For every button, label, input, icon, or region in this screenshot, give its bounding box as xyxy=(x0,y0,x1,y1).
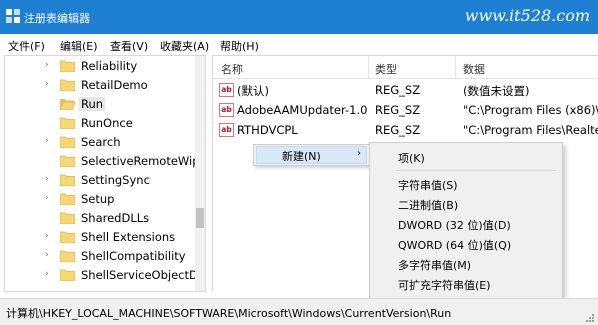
tree-item-run[interactable]: Run xyxy=(5,95,195,114)
submenu-item-key[interactable]: 项(K) xyxy=(398,150,425,166)
menu-help[interactable]: 帮助(H) xyxy=(220,38,259,54)
tree-item-label: Search xyxy=(81,135,121,149)
value-type: REG_SZ xyxy=(375,123,421,137)
string-value-icon: ab xyxy=(219,83,234,97)
registry-path: 计算机\HKEY_LOCAL_MACHINE\SOFTWARE\Microsof… xyxy=(6,307,452,320)
column-divider[interactable] xyxy=(455,56,456,78)
tree-item-shellserviceobjectde[interactable]: › ShellServiceObjectDe xyxy=(5,266,205,285)
tree-item-label: Reliability xyxy=(81,59,138,73)
tree-item-retaildemo[interactable]: › RetailDemo xyxy=(5,76,195,95)
menu-view[interactable]: 查看(V) xyxy=(110,38,148,54)
folder-icon xyxy=(60,117,75,129)
tree-item-settingsync[interactable]: › SettingSync xyxy=(5,171,195,190)
tree-item-label: ShellServiceObjectDe xyxy=(81,268,205,282)
value-row[interactable]: ab (默认) REG_SZ (数值未设置) xyxy=(213,80,598,100)
string-value-icon: ab xyxy=(219,103,234,117)
regedit-app-icon xyxy=(6,9,20,23)
column-header-name[interactable]: 名称 xyxy=(221,61,243,77)
tree-item-label: RetailDemo xyxy=(81,78,148,92)
tree-item-selectiveremotewipe[interactable]: SelectiveRemoteWipe xyxy=(5,152,205,171)
folder-icon xyxy=(60,174,75,186)
submenu-item-binary-value[interactable]: 二进制值(B) xyxy=(398,197,458,213)
tree-item-shell-extensions[interactable]: › Shell Extensions xyxy=(5,228,195,247)
expand-arrow-icon[interactable]: › xyxy=(45,269,49,279)
folder-icon xyxy=(60,212,75,224)
folder-icon xyxy=(60,250,75,262)
watermark-text: www.it528.com xyxy=(464,6,590,25)
title-bar: 注册表编辑器 www.it528.com xyxy=(0,0,598,34)
tree-scrollbar-thumb[interactable] xyxy=(196,208,204,228)
submenu-item-dword-value[interactable]: DWORD (32 位)值(D) xyxy=(398,217,511,233)
expand-arrow-icon[interactable]: › xyxy=(45,60,49,70)
value-type: REG_SZ xyxy=(375,103,421,117)
folder-icon xyxy=(60,155,75,167)
tree-item-label: SharedDLLs xyxy=(81,211,150,225)
value-name: RTHDVCPL xyxy=(237,123,298,137)
tree-item-runonce[interactable]: RunOnce xyxy=(5,114,195,133)
tree-item-label: Run xyxy=(79,97,106,111)
folder-icon xyxy=(60,193,75,205)
value-name: (默认) xyxy=(237,84,269,98)
submenu-item-multi-string-value[interactable]: 多字符串值(M) xyxy=(398,257,471,273)
value-row[interactable]: ab AdobeAAMUpdater-1.0 REG_SZ "C:\Progra… xyxy=(213,100,598,120)
list-header: 名称 类型 数据 xyxy=(213,56,598,79)
value-type: REG_SZ xyxy=(375,83,421,97)
tree-scrollbar[interactable] xyxy=(195,56,205,291)
expand-arrow-icon[interactable]: › xyxy=(45,231,49,241)
window-title: 注册表编辑器 xyxy=(24,12,90,25)
folder-icon xyxy=(60,231,75,243)
submenu-arrow-icon: › xyxy=(357,148,361,159)
expand-arrow-icon[interactable]: › xyxy=(45,193,49,203)
submenu-item-qword-value[interactable]: QWORD (64 位)值(Q) xyxy=(398,237,511,253)
context-menu-new-label[interactable]: 新建(N) xyxy=(282,148,321,164)
column-divider[interactable] xyxy=(368,56,369,78)
folder-open-icon xyxy=(60,99,75,110)
value-name: AdobeAAMUpdater-1.0 xyxy=(237,103,368,117)
tree-item-search[interactable]: › Search xyxy=(5,133,195,152)
value-data: "C:\Program Files (x86)\C xyxy=(463,103,598,117)
column-header-type[interactable]: 类型 xyxy=(375,61,397,77)
menu-file[interactable]: 文件(F) xyxy=(8,38,45,54)
tree-item-setup[interactable]: › Setup xyxy=(5,190,195,209)
menu-edit[interactable]: 编辑(E) xyxy=(60,38,98,54)
expand-arrow-icon[interactable]: › xyxy=(45,250,49,260)
expand-arrow-icon[interactable]: › xyxy=(45,174,49,184)
tree-item-label: RunOnce xyxy=(81,116,133,130)
column-header-data[interactable]: 数据 xyxy=(463,61,485,77)
tree-item-shareddlls[interactable]: SharedDLLs xyxy=(5,209,195,228)
folder-icon xyxy=(60,79,75,91)
context-menu: 新建(N) › xyxy=(253,144,370,166)
new-submenu: 项(K) 字符串值(S) 二进制值(B) DWORD (32 位)值(D) QW… xyxy=(369,142,563,299)
regedit-window: 注册表编辑器 www.it528.com 文件(F) 编辑(E) 查看(V) 收… xyxy=(0,0,598,325)
value-row[interactable]: ab RTHDVCPL REG_SZ "C:\Program Files\Rea… xyxy=(213,120,598,140)
folder-icon xyxy=(60,269,75,281)
tree-item-label: SelectiveRemoteWipe xyxy=(81,154,206,168)
tree-item-label: Setup xyxy=(81,192,115,206)
tree-item-label: ShellCompatibility xyxy=(81,249,186,263)
menu-favorites[interactable]: 收藏夹(A) xyxy=(160,38,209,54)
expand-arrow-icon[interactable]: › xyxy=(45,136,49,146)
submenu-separator xyxy=(396,170,556,171)
tree-item-label: Shell Extensions xyxy=(81,230,176,244)
value-data: (数值未设置) xyxy=(463,84,530,98)
value-data: "C:\Program Files\Realte xyxy=(463,123,598,137)
submenu-item-expandable-string-value[interactable]: 可扩充字符串值(E) xyxy=(398,277,491,293)
string-value-icon: ab xyxy=(219,123,234,137)
registry-tree[interactable]: › Reliability › RetailDemo Run RunOnce ›… xyxy=(4,55,206,292)
tree-item-label: SettingSync xyxy=(81,173,150,187)
tree-item-reliability[interactable]: › Reliability xyxy=(5,57,195,76)
tree-item-shellcompatibility[interactable]: › ShellCompatibility xyxy=(5,247,195,266)
status-bar: 计算机\HKEY_LOCAL_MACHINE\SOFTWARE\Microsof… xyxy=(0,298,598,325)
folder-icon xyxy=(60,60,75,72)
expand-arrow-icon[interactable]: › xyxy=(45,79,49,89)
menu-bar: 文件(F) 编辑(E) 查看(V) 收藏夹(A) 帮助(H) xyxy=(0,34,598,54)
resize-grip-icon[interactable] xyxy=(585,313,595,323)
folder-icon xyxy=(60,136,75,148)
submenu-item-string-value[interactable]: 字符串值(S) xyxy=(398,177,458,193)
